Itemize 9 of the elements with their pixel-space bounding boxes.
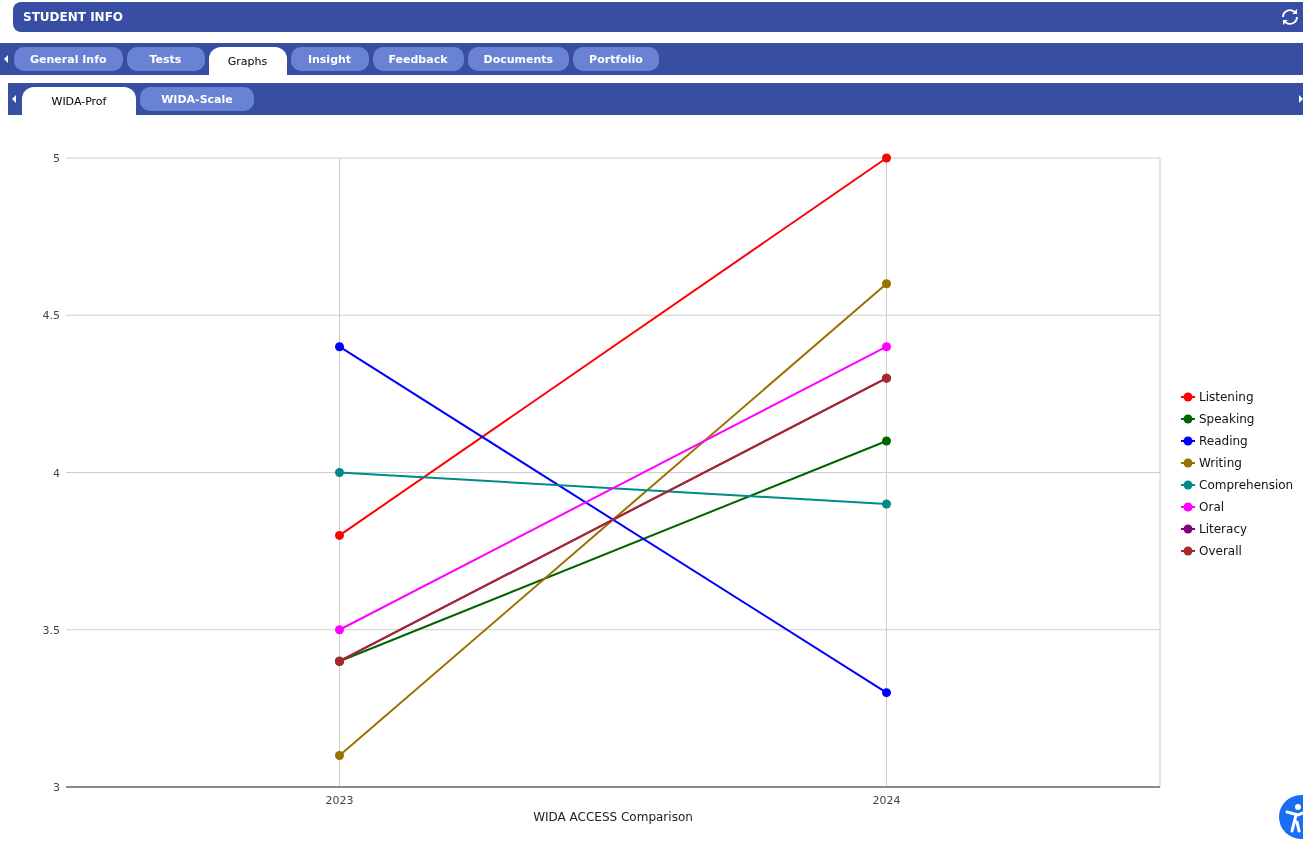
page-title: STUDENT INFO [23,10,124,24]
y-tick-label: 3 [53,781,60,794]
y-tick-label: 3.5 [42,623,60,637]
y-tick-label: 5 [53,152,60,165]
y-tick-label: 4.5 [42,309,60,323]
x-tick-label: 2024 [872,794,901,807]
x-tick-label: 2023 [325,794,354,807]
y-tick-label: 4 [53,466,60,480]
x-axis-title: WIDA ACCESS Comparison [533,810,693,824]
